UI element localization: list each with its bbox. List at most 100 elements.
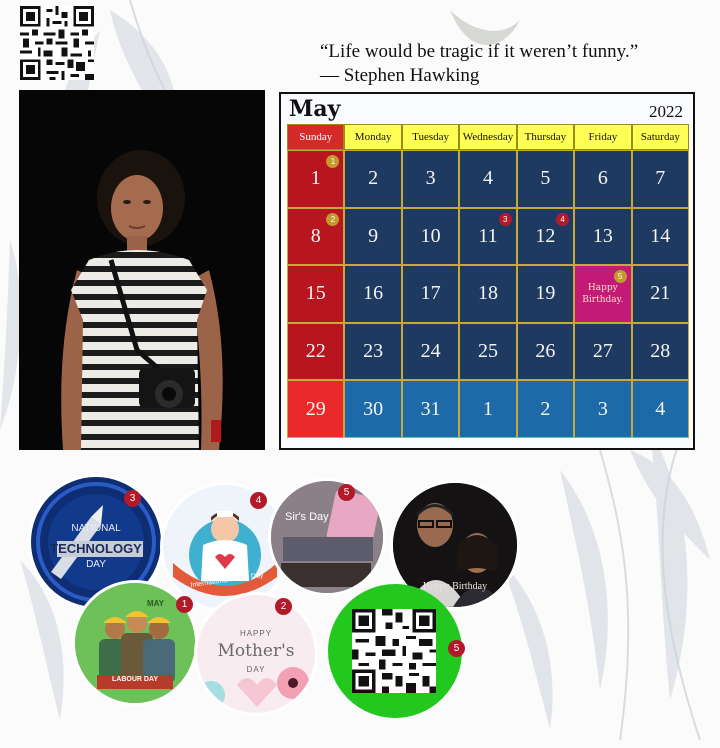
sirs-day-text: Sir's Day bbox=[285, 511, 329, 523]
calendar-day[interactable]: 23 bbox=[344, 322, 402, 381]
calendar-day[interactable]: 18 bbox=[459, 265, 517, 323]
calendar-day-number: 1 bbox=[482, 397, 493, 420]
calendar-day-number: 23 bbox=[363, 340, 384, 363]
poster: “Life would be tragic if it weren’t funn… bbox=[0, 0, 720, 748]
event-marker-badge: 3 bbox=[498, 212, 512, 226]
calendar-day-number: 7 bbox=[655, 167, 666, 190]
sirs-day-circle[interactable]: Sir's Day bbox=[268, 478, 386, 596]
calendar-day[interactable]: 27 bbox=[574, 322, 632, 381]
calendar-day[interactable]: 13 bbox=[574, 207, 632, 266]
qr-code-top[interactable] bbox=[20, 6, 94, 80]
calendar-day-number: 13 bbox=[592, 224, 613, 247]
calendar-day[interactable]: 15 bbox=[287, 265, 345, 323]
calendar-day-number: 30 bbox=[363, 397, 384, 420]
woman-portrait-illustration bbox=[19, 90, 265, 450]
calendar-weekday-header: Sunday Monday Tuesday Wednesday Thursday Frid… bbox=[287, 124, 689, 150]
calendar-day-number: 29 bbox=[305, 397, 326, 420]
calendar-day[interactable]: 3 bbox=[574, 380, 632, 438]
calendar-day-birthday[interactable]: Happy Birthday. 5 bbox=[574, 265, 632, 323]
calendar-day[interactable]: 5 bbox=[516, 150, 575, 208]
calendar-day-number: 9 bbox=[368, 224, 379, 247]
technology-day-badge: 3 bbox=[124, 490, 141, 507]
calendar-day[interactable]: 31 bbox=[401, 380, 460, 438]
calendar-day-number: 15 bbox=[305, 282, 326, 305]
birthday-cell-line1: Happy bbox=[587, 282, 618, 293]
mothers-day-line1: HAPPY bbox=[239, 629, 273, 638]
calendar-day[interactable]: 11 bbox=[287, 150, 345, 208]
calendar-day[interactable]: 16 bbox=[344, 265, 402, 323]
calendar-day[interactable]: 4 bbox=[631, 380, 689, 438]
event-marker-badge: 2 bbox=[326, 212, 340, 226]
calendar-day-number: 8 bbox=[310, 224, 321, 247]
calendar-day-number: 17 bbox=[420, 282, 441, 305]
calendar-day-number: 11 bbox=[478, 224, 498, 247]
calendar-day[interactable]: 2 bbox=[516, 380, 575, 438]
calendar-day[interactable]: 3 bbox=[401, 150, 460, 208]
calendar-day[interactable]: 28 bbox=[631, 322, 689, 381]
weekday-sunday: Sunday bbox=[287, 124, 345, 150]
calendar-day-number: 4 bbox=[655, 397, 666, 420]
mothers-day-line3: DAY bbox=[246, 665, 266, 674]
calendar-day-number: 16 bbox=[363, 282, 384, 305]
calendar-day[interactable]: 30 bbox=[344, 380, 402, 438]
calendar-day-number: 25 bbox=[477, 340, 498, 363]
event-marker-badge: 1 bbox=[326, 155, 340, 168]
calendar-day[interactable]: 7 bbox=[631, 150, 689, 208]
weekday-thursday: Thursday bbox=[516, 124, 575, 150]
calendar-day[interactable]: 4 bbox=[459, 150, 517, 208]
calendar-day-number: 26 bbox=[535, 340, 556, 363]
nurse-day-badge: 4 bbox=[250, 492, 267, 509]
calendar-day-number: 10 bbox=[420, 224, 441, 247]
calendar-day-number: 31 bbox=[420, 397, 441, 420]
calendar-day[interactable]: 82 bbox=[287, 207, 345, 266]
qr-badge: 5 bbox=[448, 640, 465, 657]
calendar-day[interactable]: 22 bbox=[287, 322, 345, 381]
calendar-day[interactable]: 17 bbox=[401, 265, 460, 323]
technology-day-line1: NATIONAL bbox=[71, 523, 121, 534]
labour-day-month: MAY bbox=[147, 599, 165, 608]
calendar-day[interactable]: 10 bbox=[401, 207, 460, 266]
calendar-day[interactable]: 9 bbox=[344, 207, 402, 266]
calendar-day[interactable]: 12 4 bbox=[516, 207, 575, 266]
calendar-day[interactable]: 21 bbox=[631, 265, 689, 323]
calendar-day-number: 18 bbox=[477, 282, 498, 305]
calendar-day[interactable]: 24 bbox=[401, 322, 460, 381]
portrait-photo bbox=[19, 90, 265, 450]
calendar-day-number: 1 bbox=[310, 167, 321, 190]
weekday-tuesday: Tuesday bbox=[401, 124, 460, 150]
calendar-day[interactable]: 6 bbox=[574, 150, 632, 208]
mothers-day-circle[interactable]: HAPPY Mother's DAY bbox=[194, 592, 318, 716]
quote-text: “Life would be tragic if it weren’t funn… bbox=[320, 41, 639, 62]
calendar-day[interactable]: 1 bbox=[459, 380, 517, 438]
birthday-cell-line2: Birthday. bbox=[582, 294, 624, 305]
weekday-monday: Monday bbox=[344, 124, 402, 150]
calendar-day-number: 2 bbox=[540, 397, 551, 420]
calendar-day-number: 19 bbox=[535, 282, 556, 305]
calendar-day[interactable]: 26 bbox=[516, 322, 575, 381]
weekday-wednesday: Wednesday bbox=[459, 124, 517, 150]
calendar-day[interactable]: 19 bbox=[516, 265, 575, 323]
calendar-day[interactable]: 11 3 bbox=[459, 207, 517, 266]
calendar-day[interactable]: 25 bbox=[459, 322, 517, 381]
mothers-day-badge: 2 bbox=[275, 598, 292, 615]
weekday-saturday: Saturday bbox=[631, 124, 689, 150]
labour-day-badge: 1 bbox=[176, 596, 193, 613]
calendar-day-number: 5 bbox=[540, 167, 551, 190]
calendar-day-number: 4 bbox=[482, 167, 493, 190]
labour-day-banner: LABOUR DAY bbox=[111, 676, 159, 683]
calendar-month: May bbox=[289, 96, 341, 122]
calendar-day-number: 22 bbox=[305, 340, 326, 363]
calendar-day-number: 28 bbox=[650, 340, 671, 363]
calendar-day[interactable]: 14 bbox=[631, 207, 689, 266]
event-marker-badge: 5 bbox=[613, 270, 627, 284]
sirs-day-badge: 5 bbox=[338, 484, 355, 501]
calendar-day[interactable]: 2 bbox=[344, 150, 402, 208]
calendar-day[interactable]: 29 bbox=[287, 380, 345, 438]
event-marker-badge: 4 bbox=[556, 212, 570, 226]
calendar-year: 2022 bbox=[649, 102, 683, 121]
calendar-day-number: 21 bbox=[650, 282, 671, 305]
calendar-day-number: 3 bbox=[597, 397, 608, 420]
calendar-day-number: 6 bbox=[597, 167, 608, 190]
qr-circle[interactable] bbox=[328, 584, 462, 718]
qr-code-bottom[interactable] bbox=[352, 609, 436, 693]
